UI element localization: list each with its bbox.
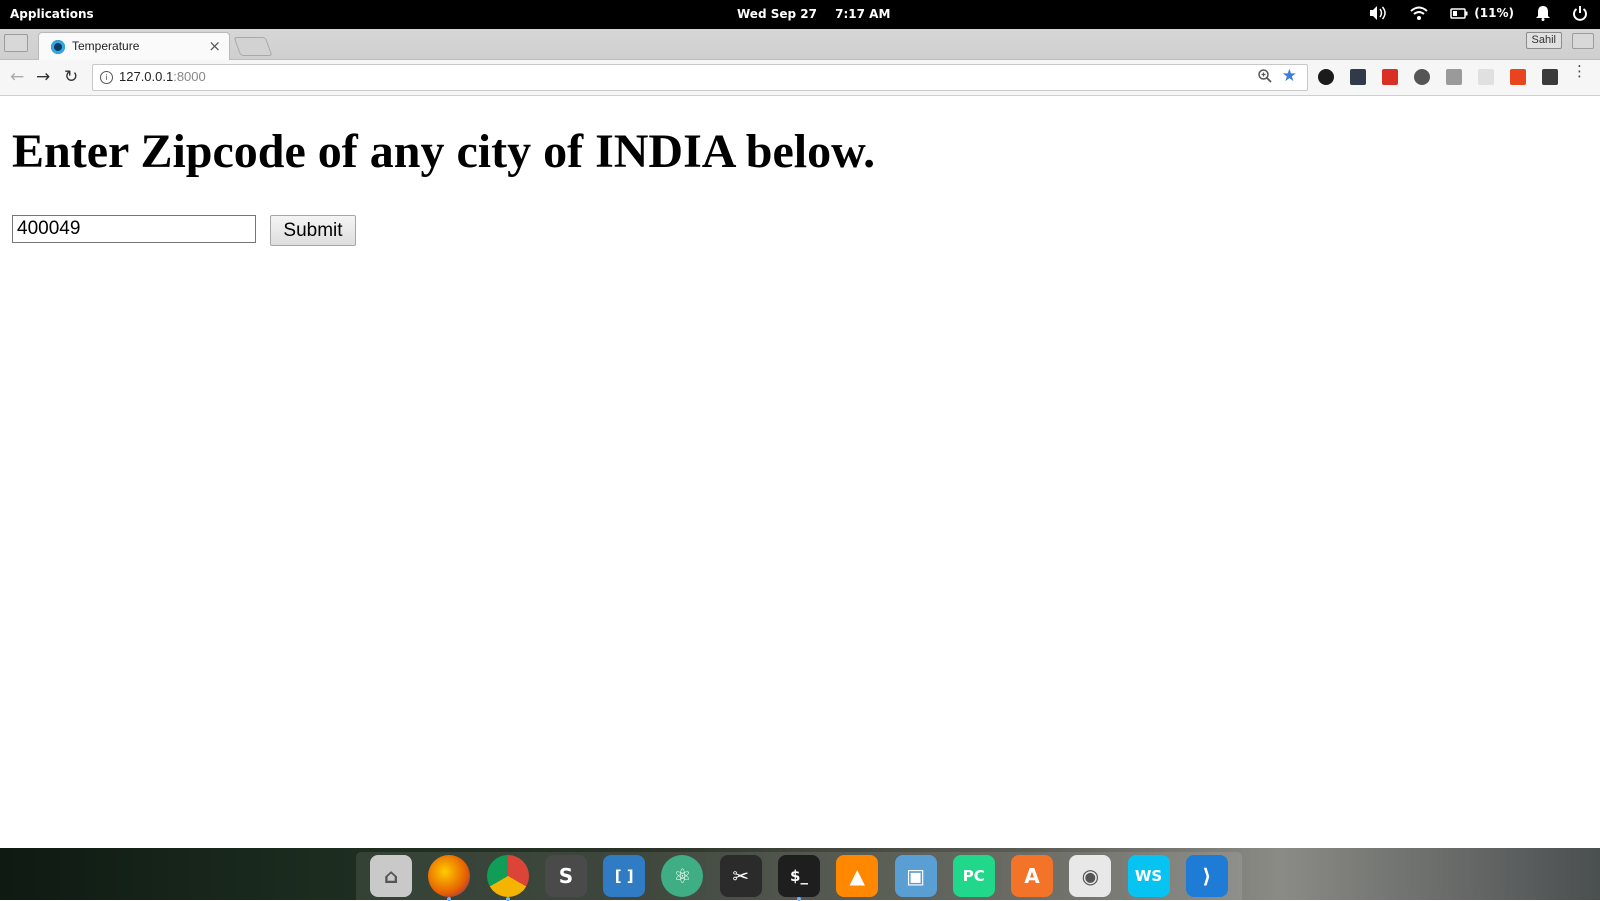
battery-icon: [1450, 8, 1468, 19]
volume-icon[interactable]: [1368, 5, 1388, 21]
terminal-icon[interactable]: $_: [777, 855, 820, 901]
profile-button[interactable]: Sahil: [1525, 32, 1562, 49]
dock: ⌂ S [ ] ⚛ ✂ $_ ▲ ▣ PC A ◉ WS ⟩: [356, 852, 1242, 901]
bookmark-star-icon[interactable]: ★: [1282, 66, 1297, 86]
vlc-icon[interactable]: ▲: [836, 855, 879, 897]
browser-toolbar: ← → ↻ i 127.0.0.1:8000 ★ ⋮: [0, 60, 1600, 96]
settings-toggle-icon[interactable]: ◉: [1069, 855, 1112, 897]
zoom-icon[interactable]: [1257, 68, 1273, 88]
site-info-icon[interactable]: i: [100, 71, 113, 84]
running-indicator: [796, 897, 801, 901]
app-center-icon[interactable]: A: [1011, 855, 1054, 897]
brackets-icon[interactable]: [ ]: [603, 855, 646, 897]
extension-3-icon[interactable]: [1382, 69, 1398, 85]
screenshot-icon[interactable]: ✂: [719, 855, 762, 897]
browser-tab-strip: Temperature × Sahil: [0, 29, 1600, 60]
firefox-icon[interactable]: [428, 855, 471, 901]
time-label: 7:17 AM: [835, 7, 891, 21]
address-bar[interactable]: i 127.0.0.1:8000 ★: [92, 64, 1308, 91]
extension-4-icon[interactable]: [1414, 69, 1430, 85]
bell-icon[interactable]: [1536, 5, 1550, 21]
url-port: :8000: [173, 69, 206, 84]
running-indicator: [505, 897, 510, 901]
chrome-icon[interactable]: [486, 855, 529, 901]
new-tab-button[interactable]: [233, 37, 273, 56]
image-viewer-icon[interactable]: ▣: [894, 855, 937, 897]
files-icon[interactable]: ⌂: [370, 855, 413, 897]
battery-percent: (11%): [1474, 6, 1514, 20]
tab-title: Temperature: [72, 39, 140, 53]
window-restore-button[interactable]: [1572, 33, 1594, 49]
extension-5-icon[interactable]: [1446, 69, 1462, 85]
url-host: 127.0.0.1: [119, 69, 174, 84]
page-content: Enter Zipcode of any city of INDIA below…: [0, 96, 1600, 848]
webstorm-icon[interactable]: WS: [1127, 855, 1170, 897]
applications-menu[interactable]: Applications: [10, 7, 94, 21]
extension-1-icon[interactable]: [1318, 69, 1334, 85]
reload-button[interactable]: ↻: [64, 68, 78, 86]
zipcode-input[interactable]: [12, 215, 256, 243]
wifi-icon[interactable]: [1410, 5, 1428, 21]
date-label: Wed Sep 27: [737, 7, 817, 21]
page-heading: Enter Zipcode of any city of INDIA below…: [12, 125, 876, 178]
extension-6-icon[interactable]: [1478, 69, 1494, 85]
window-close-button[interactable]: [4, 34, 28, 52]
browser-menu-icon[interactable]: ⋮: [1572, 64, 1587, 79]
extension-2-icon[interactable]: [1350, 69, 1366, 85]
back-button[interactable]: ←: [10, 68, 24, 86]
tab-close-icon[interactable]: ×: [208, 37, 221, 55]
running-indicator: [447, 897, 452, 901]
atom-icon[interactable]: ⚛: [661, 855, 704, 897]
pycharm-icon[interactable]: PC: [952, 855, 995, 897]
system-tray: (11%): [1368, 5, 1588, 21]
clock[interactable]: Wed Sep 27 7:17 AM: [737, 7, 904, 21]
favicon-icon: [51, 40, 65, 54]
extension-7-icon[interactable]: [1510, 69, 1526, 85]
extension-8-icon[interactable]: [1542, 69, 1558, 85]
power-icon[interactable]: [1572, 5, 1588, 21]
system-top-panel: Applications Wed Sep 27 7:17 AM (11%): [0, 0, 1600, 29]
sublime-text-icon[interactable]: S: [544, 855, 587, 897]
battery-indicator[interactable]: (11%): [1450, 6, 1514, 20]
submit-button[interactable]: Submit: [270, 215, 356, 246]
vscode-icon[interactable]: ⟩: [1185, 855, 1228, 897]
tab-temperature[interactable]: Temperature ×: [38, 32, 230, 60]
url-text: 127.0.0.1:8000: [119, 69, 206, 84]
forward-button[interactable]: →: [36, 68, 50, 86]
